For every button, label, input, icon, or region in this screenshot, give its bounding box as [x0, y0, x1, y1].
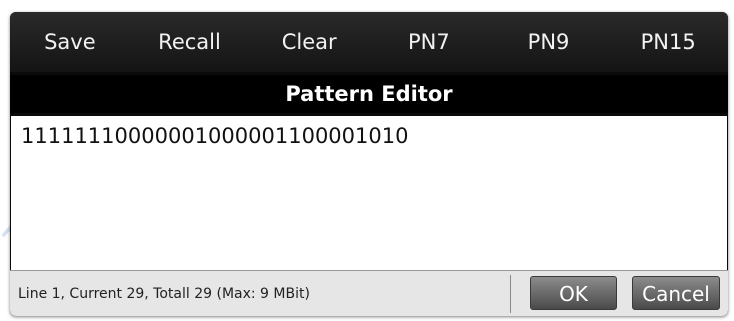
save-button[interactable]: Save [10, 12, 130, 72]
status-text: Line 1, Current 29, Totall 29 (Max: 9 MB… [18, 286, 310, 302]
toolbar: Save Recall Clear PN7 PN9 PN15 [10, 12, 728, 72]
pn9-button[interactable]: PN9 [489, 12, 609, 72]
pattern-editor-dialog: Save Recall Clear PN7 PN9 PN15 Pattern E… [10, 12, 728, 316]
ok-button[interactable]: OK [530, 276, 617, 310]
cancel-button[interactable]: Cancel [632, 276, 720, 310]
clear-button[interactable]: Clear [249, 12, 369, 72]
pn7-button[interactable]: PN7 [369, 12, 489, 72]
status-divider [510, 275, 511, 313]
status-bar: Line 1, Current 29, Totall 29 (Max: 9 MB… [10, 270, 728, 316]
pattern-input[interactable]: 11111110000001000001100001010 [11, 116, 727, 270]
recall-button[interactable]: Recall [130, 12, 250, 72]
pn15-button[interactable]: PN15 [608, 12, 728, 72]
dialog-title: Pattern Editor [10, 75, 728, 113]
